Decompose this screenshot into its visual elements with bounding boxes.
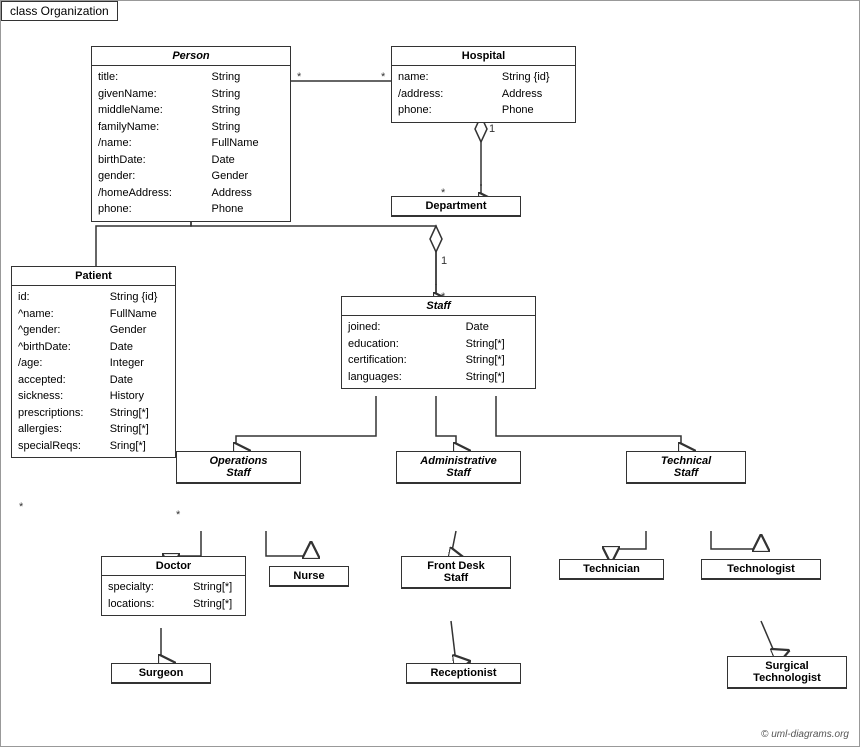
surgeon-header: Surgeon — [112, 664, 210, 683]
department-class: Department — [391, 196, 521, 217]
mult-hospital-dept: 1 — [489, 123, 495, 135]
receptionist-class: Receptionist — [406, 663, 521, 684]
hospital-body: name:String {id} /address:Address phone:… — [392, 66, 575, 122]
staff-class: Staff joined:Date education:String[*] ce… — [341, 296, 536, 389]
department-header: Department — [392, 197, 520, 216]
doctor-class: Doctor specialty:String[*] locations:Str… — [101, 556, 246, 616]
technician-header: Technician — [560, 560, 663, 579]
doctor-body: specialty:String[*] locations:String[*] — [102, 576, 245, 615]
doctor-header: Doctor — [102, 557, 245, 576]
hospital-header: Hospital — [392, 47, 575, 66]
nurse-class: Nurse — [269, 566, 349, 587]
patient-body: id:String {id} ^name:FullName ^gender:Ge… — [12, 286, 175, 457]
surgical-tech-class: SurgicalTechnologist — [727, 656, 847, 689]
copyright: © uml-diagrams.org — [761, 729, 849, 740]
surgeon-class: Surgeon — [111, 663, 211, 684]
front-desk-class: Front DeskStaff — [401, 556, 511, 589]
nurse-header: Nurse — [270, 567, 348, 586]
tech-staff-class: TechnicalStaff — [626, 451, 746, 484]
person-class: Person title:String givenName:String mid… — [91, 46, 291, 222]
mult-person-hospital-left: * — [297, 71, 301, 83]
admin-staff-header: AdministrativeStaff — [397, 452, 520, 483]
ops-staff-class: OperationsStaff — [176, 451, 301, 484]
ops-staff-header: OperationsStaff — [177, 452, 300, 483]
tech-staff-header: TechnicalStaff — [627, 452, 745, 483]
surgical-tech-header: SurgicalTechnologist — [728, 657, 846, 688]
diagram-title: class Organization — [1, 1, 118, 21]
hospital-class: Hospital name:String {id} /address:Addre… — [391, 46, 576, 123]
person-header: Person — [92, 47, 290, 66]
front-desk-header: Front DeskStaff — [402, 557, 510, 588]
staff-header: Staff — [342, 297, 535, 316]
staff-body: joined:Date education:String[*] certific… — [342, 316, 535, 388]
receptionist-header: Receptionist — [407, 664, 520, 683]
patient-header: Patient — [12, 267, 175, 286]
person-body: title:String givenName:String middleName… — [92, 66, 290, 221]
technologist-header: Technologist — [702, 560, 820, 579]
patient-class: Patient id:String {id} ^name:FullName ^g… — [11, 266, 176, 458]
diagram-container: class Organization — [0, 0, 860, 747]
technician-class: Technician — [559, 559, 664, 580]
technologist-class: Technologist — [701, 559, 821, 580]
admin-staff-class: AdministrativeStaff — [396, 451, 521, 484]
mult-patient-staff: * — [19, 501, 23, 513]
mult-person-hospital-right: * — [381, 71, 385, 83]
mult-ops-bottom: * — [176, 509, 180, 521]
mult-dept-staff: 1 — [441, 255, 447, 267]
